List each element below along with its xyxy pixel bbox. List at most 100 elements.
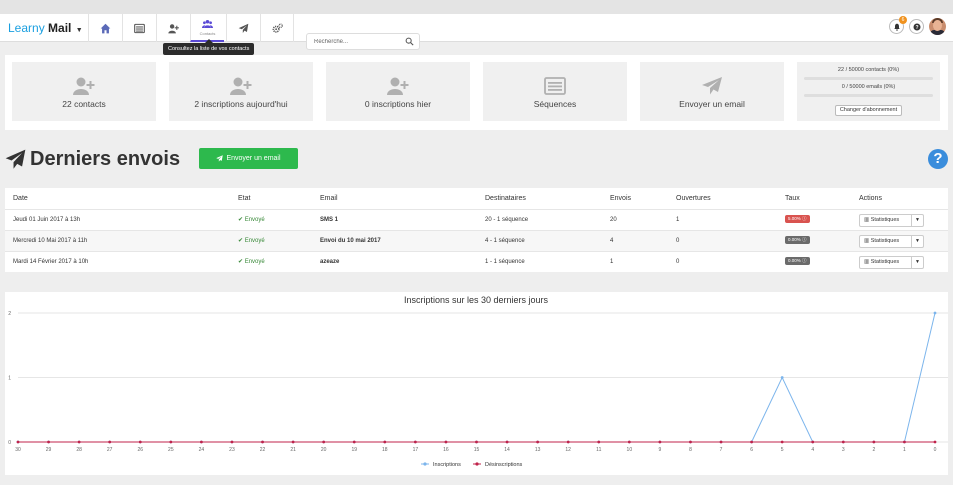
- signups-chart-panel: Inscriptions sur les 30 derniers jours 0 1…: [5, 292, 948, 475]
- col-header[interactable]: Etat: [238, 188, 250, 209]
- statistics-button[interactable]: ▥ Statistiques ▼: [859, 256, 924, 269]
- x-tick-label: 26: [137, 447, 143, 453]
- nav-send[interactable]: [226, 14, 260, 42]
- quota-contacts-text: 22 / 50000 contacts (0%): [837, 67, 900, 73]
- statistics-button[interactable]: ▥ Statistiques ▼: [859, 235, 924, 248]
- x-tick-label: 0: [934, 447, 937, 453]
- quota-emails-text: 0 / 50000 emails (0%): [841, 84, 896, 90]
- rate-badge: 0.00% ⓘ: [785, 236, 810, 245]
- chart-title: Inscriptions sur les 30 derniers jours: [404, 295, 549, 305]
- legend-label: Désinscriptions: [485, 462, 523, 468]
- x-tick-label: 29: [46, 447, 52, 453]
- help-button[interactable]: ?: [909, 19, 924, 34]
- chevron-down-icon[interactable]: ▼: [911, 215, 923, 226]
- search-icon[interactable]: [405, 37, 414, 46]
- notification-count-badge: 6: [899, 16, 907, 24]
- cell-rate: 0.00% ⓘ: [785, 252, 810, 273]
- x-tick-label: 24: [199, 447, 205, 453]
- x-tick-label: 25: [168, 447, 174, 453]
- data-point: [138, 440, 142, 444]
- nav-settings[interactable]: [260, 14, 294, 42]
- col-header[interactable]: Date: [13, 188, 28, 209]
- data-point: [933, 311, 937, 315]
- page-title-text: Derniers envois: [30, 148, 181, 170]
- x-tick-label: 30: [15, 447, 21, 453]
- chevron-down-icon: ▼: [75, 27, 83, 34]
- cell-sends: 1: [610, 259, 614, 265]
- stat-label: Envoyer un email: [679, 99, 745, 109]
- nav-add-contact[interactable]: [156, 14, 190, 42]
- stat-label: 2 inscriptions aujourd'hui: [194, 99, 288, 109]
- cell-opens: 0: [676, 238, 680, 244]
- change-subscription-button[interactable]: Changer d'abonnement: [835, 105, 902, 116]
- paper-plane-icon: [5, 149, 26, 169]
- cell-email[interactable]: Envoi du 10 mai 2017: [320, 231, 381, 252]
- data-point: [627, 440, 631, 444]
- x-tick-label: 18: [382, 447, 388, 453]
- stat-card-send-email[interactable]: Envoyer un email: [640, 62, 784, 121]
- home-icon: [100, 23, 111, 33]
- table-row[interactable]: Mercredi 10 Mai 2017 à 11h ✔ Envoyé Envo…: [5, 230, 948, 251]
- bar-chart-icon: ▥: [864, 238, 871, 244]
- x-tick-label: 14: [504, 447, 510, 453]
- data-point: [169, 440, 173, 444]
- x-tick-label: 15: [474, 447, 480, 453]
- stat-card-today[interactable]: 2 inscriptions aujourd'hui: [169, 62, 313, 121]
- stat-card-yesterday[interactable]: 0 inscriptions hier: [326, 62, 470, 121]
- cell-recipients: 1 - 1 séquence: [485, 259, 525, 265]
- signups-chart: Inscriptions sur les 30 derniers jours 0 1…: [8, 295, 948, 468]
- data-point: [841, 440, 845, 444]
- nav-tooltip: Consultez la liste de vos contacts: [163, 39, 255, 55]
- stat-label: 0 inscriptions hier: [364, 99, 432, 109]
- data-point: [47, 440, 50, 444]
- x-tick-label: 9: [659, 447, 662, 453]
- nav-contacts[interactable]: Contacts: [190, 14, 224, 42]
- col-header[interactable]: Envois: [610, 188, 631, 209]
- send-email-button[interactable]: Envoyer un email: [199, 148, 298, 169]
- data-point: [933, 440, 937, 444]
- cell-status: ✔ Envoyé: [238, 217, 265, 223]
- cell-email[interactable]: azeaze: [320, 252, 339, 273]
- x-tick-label: 2: [872, 447, 875, 453]
- data-point: [780, 376, 784, 379]
- bell-icon: [893, 23, 900, 31]
- top-navbar: Learny Mail ▼ Contacts 6 ?: [0, 14, 953, 50]
- data-point: [475, 440, 478, 444]
- x-tick-label: 10: [627, 447, 633, 453]
- data-point: [108, 440, 112, 444]
- stat-card-contacts[interactable]: 22 contacts: [12, 62, 156, 121]
- search-input[interactable]: [307, 34, 397, 49]
- data-point: [689, 440, 692, 444]
- col-header[interactable]: Email: [320, 188, 338, 209]
- cell-email[interactable]: SMS 1: [320, 210, 338, 231]
- x-tick-label: 7: [720, 447, 723, 453]
- nav-home[interactable]: [88, 14, 122, 42]
- stat-card-sequences[interactable]: Séquences: [483, 62, 627, 121]
- data-point: [444, 440, 448, 444]
- chevron-down-icon[interactable]: ▼: [911, 257, 923, 268]
- stat-label: Séquences: [533, 99, 577, 109]
- cell-opens: 1: [676, 217, 680, 223]
- check-icon: ✔: [238, 238, 245, 244]
- user-avatar[interactable]: [929, 18, 946, 35]
- table-row[interactable]: Jeudi 01 Juin 2017 à 13h ✔ Envoyé SMS 1 …: [5, 209, 948, 230]
- legend-marker: [423, 462, 427, 466]
- help-icon[interactable]: ?: [928, 149, 948, 169]
- x-tick-label: 23: [229, 447, 235, 453]
- cell-sends: 4: [610, 238, 614, 244]
- col-header[interactable]: Ouvertures: [676, 188, 711, 209]
- y-tick-label: 1: [8, 376, 11, 382]
- col-header[interactable]: Destinataires: [485, 188, 526, 209]
- chevron-down-icon[interactable]: ▼: [911, 236, 923, 247]
- stat-label: 22 contacts: [62, 99, 106, 109]
- cell-recipients: 4 - 1 séquence: [485, 238, 525, 244]
- bar-chart-icon: ▥: [864, 217, 871, 223]
- col-header[interactable]: Taux: [785, 188, 800, 209]
- table-row[interactable]: Mardi 14 Février 2017 à 10h ✔ Envoyé aze…: [5, 251, 948, 272]
- question-icon: ?: [913, 23, 920, 30]
- statistics-button[interactable]: ▥ Statistiques ▼: [859, 214, 924, 227]
- brand-part2: Mail: [48, 21, 72, 35]
- brand-logo[interactable]: Learny Mail ▼: [8, 21, 83, 35]
- x-tick-label: 3: [842, 447, 845, 453]
- nav-list[interactable]: [122, 14, 156, 42]
